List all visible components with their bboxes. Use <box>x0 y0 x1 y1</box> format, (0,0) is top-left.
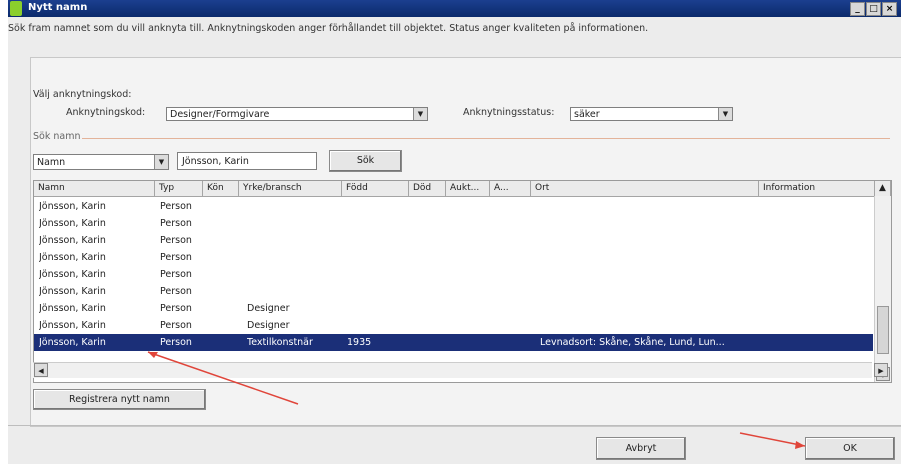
cell-type: Person <box>160 286 192 297</box>
cell-name: Jönsson, Karin <box>39 320 106 331</box>
search-button[interactable]: Sök <box>329 150 402 172</box>
search-field-value: Namn <box>37 157 66 168</box>
column-header[interactable]: Död <box>409 181 446 196</box>
cell-name: Jönsson, Karin <box>39 337 106 348</box>
cell-type: Person <box>160 235 192 246</box>
column-header[interactable]: Aukt... <box>446 181 490 196</box>
cell-name: Jönsson, Karin <box>39 286 106 297</box>
association-code-value: Designer/Formgivare <box>170 109 270 120</box>
association-code-label: Anknytningskod: <box>66 107 146 118</box>
cell-born: 1935 <box>347 337 372 348</box>
cell-type: Person <box>160 320 192 331</box>
cell-name: Jönsson, Karin <box>39 252 106 263</box>
association-status-select[interactable]: säker ▼ <box>570 107 733 121</box>
chevron-down-icon[interactable]: ▼ <box>154 155 168 169</box>
register-new-name-button[interactable]: Registrera nytt namn <box>33 389 206 410</box>
chevron-up-icon[interactable]: ▲ <box>875 181 891 196</box>
app-icon <box>10 1 22 16</box>
results-table[interactable]: Namn Typ Kön Yrke/bransch Född Död Aukt.… <box>33 180 892 383</box>
chevron-down-icon[interactable]: ▼ <box>413 108 427 120</box>
cell-occupation: Designer <box>247 303 290 314</box>
column-header[interactable]: Information <box>759 181 875 196</box>
chevron-left-icon[interactable]: ◀ <box>34 363 48 377</box>
cell-name: Jönsson, Karin <box>39 218 106 229</box>
chevron-down-icon[interactable]: ▼ <box>718 108 732 120</box>
section-divider <box>82 138 890 139</box>
chevron-right-icon[interactable]: ▶ <box>874 363 888 377</box>
vertical-scrollbar[interactable]: ▼ <box>874 196 891 382</box>
cell-name: Jönsson, Karin <box>39 235 106 246</box>
table-row[interactable]: Jönsson, Karin Person <box>34 198 873 215</box>
dialog-description: Sök fram namnet som du vill anknyta till… <box>8 23 649 34</box>
minimize-button[interactable]: _ <box>850 2 865 16</box>
table-row[interactable]: Jönsson, Karin Person Designer <box>34 300 873 317</box>
footer-divider <box>8 425 901 426</box>
cell-type: Person <box>160 218 192 229</box>
cell-name: Jönsson, Karin <box>39 269 106 280</box>
column-header[interactable]: Kön <box>203 181 239 196</box>
column-header[interactable]: Född <box>342 181 409 196</box>
cell-occupation: Textilkonstnär <box>247 337 313 348</box>
association-section-label: Välj anknytningskod: <box>33 89 132 100</box>
cell-type: Person <box>160 252 192 263</box>
cell-name: Jönsson, Karin <box>39 201 106 212</box>
cell-name: Jönsson, Karin <box>39 303 106 314</box>
column-header[interactable]: Namn <box>34 181 155 196</box>
search-field-select[interactable]: Namn ▼ <box>33 154 169 170</box>
column-header[interactable]: A... <box>490 181 531 196</box>
title-bar: Nytt namn _ □ × <box>8 0 901 17</box>
cancel-button[interactable]: Avbryt <box>596 437 686 460</box>
cell-type: Person <box>160 303 192 314</box>
horizontal-scrollbar[interactable]: ◀ ▶ <box>33 362 888 378</box>
cell-place: Levnadsort: Skåne, Skåne, Lund, Lun... <box>540 337 725 348</box>
maximize-button[interactable]: □ <box>866 2 881 16</box>
table-row-selected[interactable]: Jönsson, Karin Person Textilkonstnär 193… <box>34 334 873 351</box>
column-header[interactable]: Ort <box>531 181 759 196</box>
cell-occupation: Designer <box>247 320 290 331</box>
table-row[interactable]: Jönsson, Karin Person <box>34 266 873 283</box>
table-row[interactable]: Jönsson, Karin Person <box>34 232 873 249</box>
association-status-value: säker <box>574 109 600 120</box>
ok-button[interactable]: OK <box>805 437 895 460</box>
table-header: Namn Typ Kön Yrke/bransch Född Död Aukt.… <box>34 181 891 197</box>
association-status-label: Anknytningsstatus: <box>463 107 555 118</box>
association-code-select[interactable]: Designer/Formgivare ▼ <box>166 107 428 121</box>
search-section-label: Sök namn <box>33 131 81 142</box>
table-row[interactable]: Jönsson, Karin Person Designer <box>34 317 873 334</box>
cell-type: Person <box>160 201 192 212</box>
cell-type: Person <box>160 269 192 280</box>
column-header[interactable]: Typ <box>155 181 203 196</box>
search-input[interactable]: Jönsson, Karin <box>177 152 317 170</box>
table-row[interactable]: Jönsson, Karin Person <box>34 283 873 300</box>
table-row[interactable]: Jönsson, Karin Person <box>34 249 873 266</box>
scrollbar-thumb[interactable] <box>877 306 889 354</box>
column-header[interactable]: Yrke/bransch <box>239 181 342 196</box>
cell-type: Person <box>160 337 192 348</box>
table-row[interactable]: Jönsson, Karin Person <box>34 215 873 232</box>
window-title: Nytt namn <box>28 2 88 13</box>
close-button[interactable]: × <box>882 2 897 16</box>
